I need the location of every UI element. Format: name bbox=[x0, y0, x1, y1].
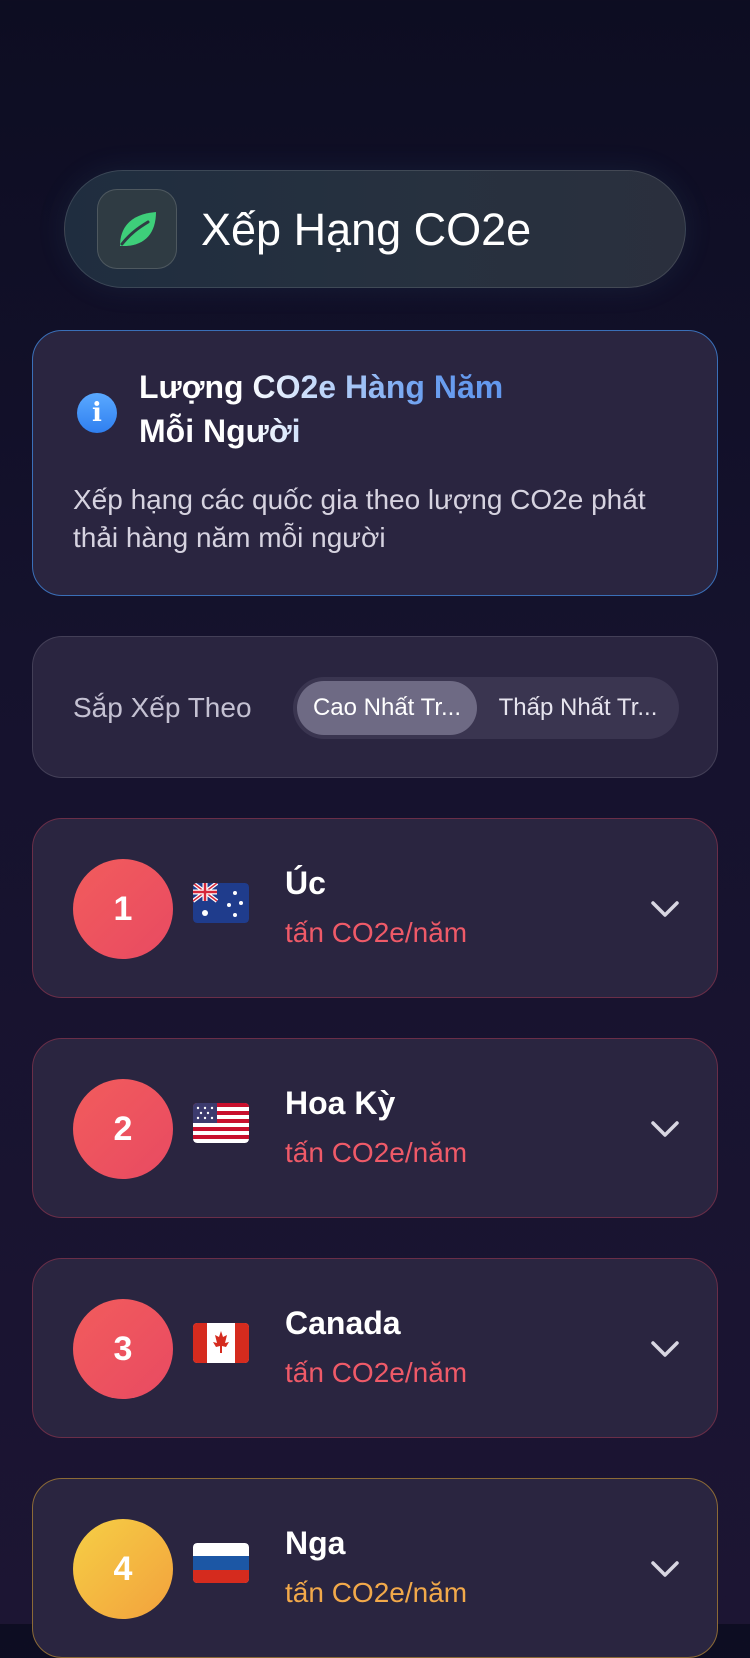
rank-badge: 2 bbox=[73, 1079, 173, 1179]
chevron-down-icon[interactable] bbox=[647, 1111, 683, 1147]
emission-unit: tấn CO2e/năm bbox=[285, 1577, 468, 1608]
sort-lowest-first-option[interactable]: Thấp Nhất Tr... bbox=[481, 681, 675, 735]
sort-segmented-control: Cao Nhất Tr... Thấp Nhất Tr... bbox=[293, 677, 679, 739]
emission-unit: tấn CO2e/năm bbox=[285, 917, 468, 948]
info-title-line2: Mỗi Người bbox=[139, 413, 301, 449]
emission-unit: tấn CO2e/năm bbox=[285, 1357, 468, 1388]
chevron-down-icon[interactable] bbox=[647, 1551, 683, 1587]
chevron-down-icon[interactable] bbox=[647, 891, 683, 927]
sort-highest-first-option[interactable]: Cao Nhất Tr... bbox=[297, 681, 477, 735]
country-name: Úc bbox=[285, 865, 326, 901]
ranking-card-1[interactable]: 1 Úc tấn CO2e/năm bbox=[32, 818, 718, 998]
rank-badge: 1 bbox=[73, 859, 173, 959]
ranking-card-2[interactable]: 2 Hoa Kỳ tấn CO2e/năm bbox=[32, 1038, 718, 1218]
rank-badge: 3 bbox=[73, 1299, 173, 1399]
page-title: Xếp Hạng CO2e bbox=[201, 204, 532, 255]
info-description: Xếp hạng các quốc gia theo lượng CO2e ph… bbox=[73, 484, 646, 553]
ranking-card-3[interactable]: 3 Canada tấn CO2e/năm bbox=[32, 1258, 718, 1438]
leaf-icon bbox=[97, 189, 177, 269]
info-title: Lượng CO2e Hàng Năm Mỗi Người bbox=[139, 365, 659, 453]
usa-flag-icon bbox=[193, 1103, 249, 1143]
ranking-card-4[interactable]: 4 Nga tấn CO2e/năm bbox=[32, 1478, 718, 1658]
sort-label: Sắp Xếp Theo bbox=[73, 692, 252, 723]
sort-card: Sắp Xếp Theo Cao Nhất Tr... Thấp Nhất Tr… bbox=[32, 636, 718, 778]
country-name: Nga bbox=[285, 1525, 346, 1561]
russia-flag-icon bbox=[193, 1543, 249, 1583]
info-card: i Lượng CO2e Hàng Năm Mỗi Người Xếp hạng… bbox=[32, 330, 718, 596]
app-header: Xếp Hạng CO2e bbox=[64, 170, 686, 288]
info-icon: i bbox=[77, 393, 117, 433]
info-title-line1: Lượng CO2e Hàng Năm bbox=[139, 369, 504, 405]
country-name: Canada bbox=[285, 1305, 401, 1341]
australia-flag-icon bbox=[193, 883, 249, 923]
chevron-down-icon[interactable] bbox=[647, 1331, 683, 1367]
country-name: Hoa Kỳ bbox=[285, 1085, 396, 1121]
canada-flag-icon bbox=[193, 1323, 249, 1363]
rank-badge: 4 bbox=[73, 1519, 173, 1619]
emission-unit: tấn CO2e/năm bbox=[285, 1137, 468, 1168]
